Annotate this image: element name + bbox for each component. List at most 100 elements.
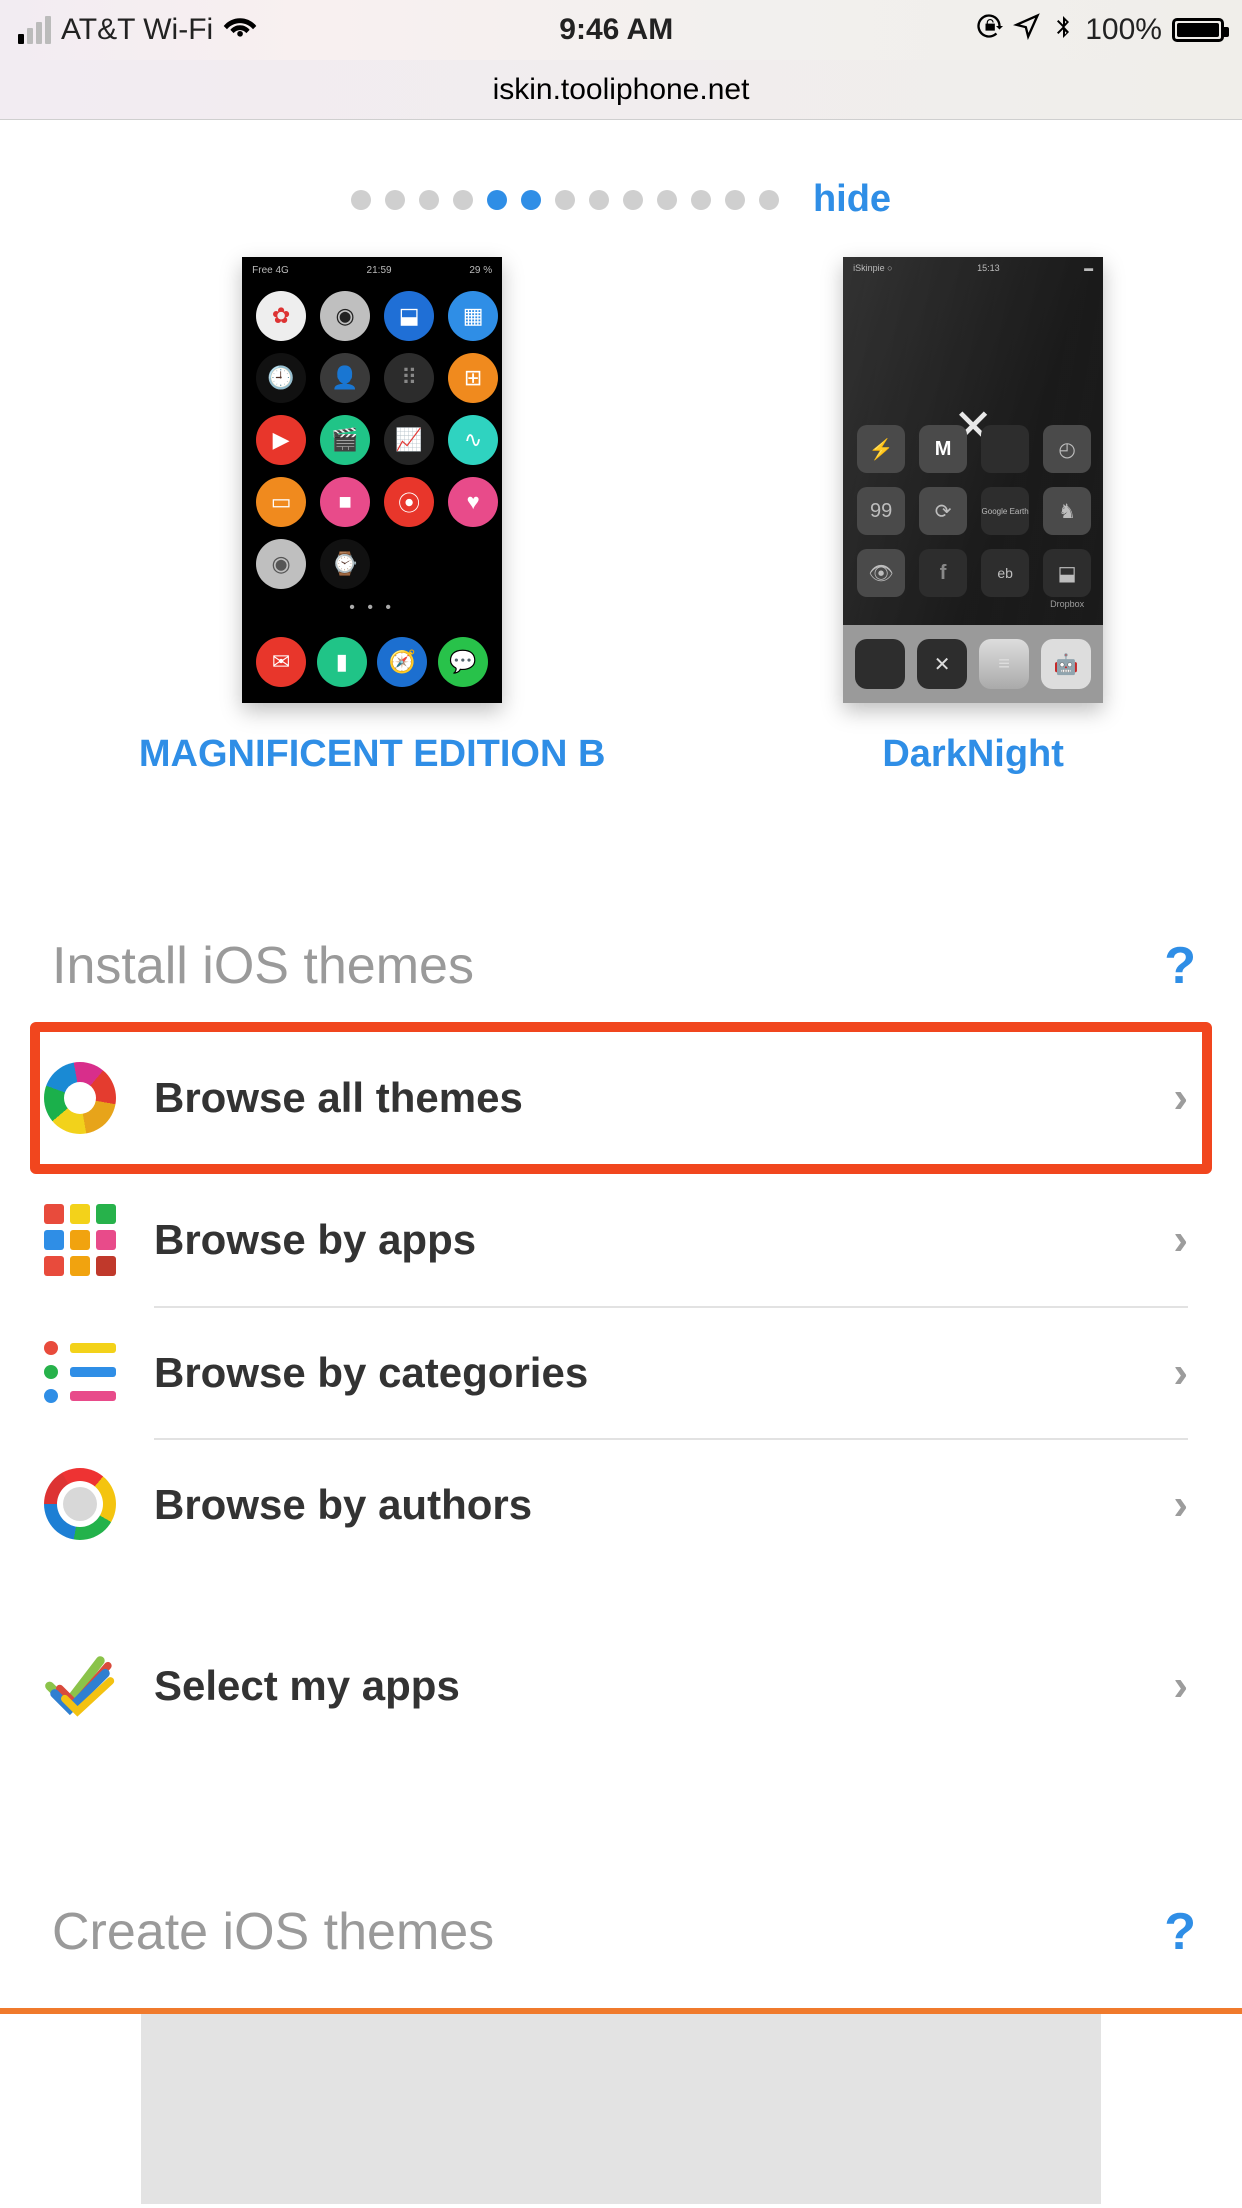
section-title: Create iOS themes (52, 1902, 494, 1962)
messages-icon: 💬 (438, 637, 488, 687)
ebay-icon: eb (981, 549, 1029, 597)
messenger-icon: ⚡ (857, 425, 905, 473)
menu-item-label: Browse by categories (154, 1349, 588, 1397)
carousel-dot[interactable] (725, 190, 745, 210)
preview-status-time: 21:59 (367, 265, 392, 276)
clock-icon: 🕘 (256, 353, 306, 403)
chevron-right-icon: › (1173, 1215, 1188, 1265)
safari-url-bar[interactable]: iskin.tooliphone.net (0, 60, 1242, 120)
menu-item-browse-categories[interactable]: Browse by categories › (40, 1306, 1202, 1438)
reload-icon: ⟳ (919, 487, 967, 535)
google-earth-icon: Google Earth (981, 487, 1029, 535)
cell-signal-icon (18, 16, 51, 44)
menu-item-label: Browse all themes (154, 1074, 523, 1122)
facebook-icon: f (919, 549, 967, 597)
calendar-icon: ▦ (448, 291, 498, 341)
contacts-icon: 👤 (320, 353, 370, 403)
stocks-icon: 📈 (384, 415, 434, 465)
chevron-right-icon: › (1173, 1073, 1188, 1123)
menu-item-select-apps[interactable]: Select my apps › (40, 1620, 1202, 1752)
carousel-dot[interactable] (419, 190, 439, 210)
theme-card[interactable]: iSkinpie ○ 15:13 ▬ ✕ ⚡ M ◴ 99 ⟳ Google E… (843, 257, 1103, 776)
safari-icon: 🧭 (377, 637, 427, 687)
help-button[interactable]: ? (1164, 936, 1196, 996)
photos-icon: ✿ (256, 291, 306, 341)
help-button[interactable]: ? (1164, 1902, 1196, 1962)
menu-item-label: Browse by apps (154, 1216, 476, 1264)
ios-status-bar: AT&T Wi-Fi 9:46 AM 100% (0, 0, 1242, 60)
dock-app-icon: ≡ (979, 639, 1029, 689)
carousel-pagination: hide (0, 120, 1242, 257)
preview-page-dots: • • • (242, 599, 502, 617)
menu-item-label: Select my apps (154, 1662, 460, 1710)
chevron-right-icon: › (1173, 1480, 1188, 1530)
dock-app-icon (855, 639, 905, 689)
carrier-label: AT&T Wi-Fi (61, 13, 213, 47)
camera-icon: ◉ (320, 291, 370, 341)
blank-icon (981, 425, 1029, 473)
menu-item-label: Browse by authors (154, 1481, 532, 1529)
battery-percent: 100% (1085, 13, 1162, 47)
carousel-dot[interactable] (657, 190, 677, 210)
carousel-dot[interactable] (759, 190, 779, 210)
menu-item-browse-authors[interactable]: Browse by authors › (40, 1438, 1202, 1570)
orientation-lock-icon (975, 12, 1003, 48)
location-icon (1013, 12, 1041, 48)
carousel-dot[interactable] (453, 190, 473, 210)
maps-icon: ⦿ (384, 477, 434, 527)
carousel-dot[interactable] (623, 190, 643, 210)
carousel-dot[interactable] (589, 190, 609, 210)
dropbox-icon: ⬓ (384, 291, 434, 341)
timer-icon: ◴ (1043, 425, 1091, 473)
theme-previews-row: Free 4G 21:59 29 % ✿ ◉ ⬓ ▦ 🕘 👤 ⠿ ⊞ ▶ 🎬 📈 (0, 257, 1242, 816)
carousel-dot[interactable] (351, 190, 371, 210)
mail-icon: ✉ (256, 637, 306, 687)
carousel-dot[interactable] (487, 190, 507, 210)
movies-icon: 🎬 (320, 415, 370, 465)
section-header-create: Create iOS themes ? (0, 1752, 1242, 1988)
carousel-dot[interactable] (385, 190, 405, 210)
section-header-install: Install iOS themes ? (0, 816, 1242, 1022)
swirl-icon (40, 1058, 120, 1138)
theme-title: MAGNIFICENT EDITION B (139, 733, 606, 776)
annotation-highlight: Browse all themes › (30, 1022, 1212, 1174)
list-icon (40, 1332, 120, 1412)
menu-item-browse-apps[interactable]: Browse by apps › (40, 1174, 1202, 1306)
knight-icon: ♞ (1043, 487, 1091, 535)
preview-status-battery: ▬ (1084, 263, 1093, 273)
phone-icon: ▮ (317, 637, 367, 687)
dropbox-dk-icon: ⬓ (1043, 549, 1091, 597)
dock-app-icon: 🤖 (1041, 639, 1091, 689)
watch-icon: ⌚ (320, 539, 370, 589)
bluetooth-icon (1051, 11, 1075, 49)
video-icon: ▭ (256, 477, 306, 527)
theme-preview-magnificent: Free 4G 21:59 29 % ✿ ◉ ⬓ ▦ 🕘 👤 ⠿ ⊞ ▶ 🎬 📈 (242, 257, 502, 703)
preview-status-right: 29 % (469, 265, 492, 276)
dock-app-icon: ✕ (917, 639, 967, 689)
status-left: AT&T Wi-Fi (18, 9, 257, 51)
page-url: iskin.tooliphone.net (493, 73, 750, 107)
checks-icon (40, 1646, 120, 1726)
youtube-icon: ▶ (256, 415, 306, 465)
mail-m-icon: M (919, 425, 967, 473)
chevron-right-icon: › (1173, 1661, 1188, 1711)
facetime-icon: ■ (320, 477, 370, 527)
carousel-dot[interactable] (691, 190, 711, 210)
ad-placeholder[interactable] (141, 2014, 1101, 2204)
theme-preview-darknight: iSkinpie ○ 15:13 ▬ ✕ ⚡ M ◴ 99 ⟳ Google E… (843, 257, 1103, 703)
calculator-icon: ⊞ (448, 353, 498, 403)
menu-item-browse-all[interactable]: Browse all themes › (40, 1032, 1202, 1164)
preview-status-left: iSkinpie ○ (853, 263, 892, 273)
music-icon: ∿ (448, 415, 498, 465)
battery-icon (1172, 18, 1224, 42)
carousel-dot[interactable] (555, 190, 575, 210)
preview-status-time: 15:13 (977, 263, 1000, 273)
phone-app-icon: ⠿ (384, 353, 434, 403)
section-title: Install iOS themes (52, 936, 474, 996)
preview-status-left: Free 4G (252, 265, 289, 276)
settings-icon: ◉ (256, 539, 306, 589)
carousel-dot[interactable] (521, 190, 541, 210)
wifi-icon (223, 9, 257, 51)
theme-card[interactable]: Free 4G 21:59 29 % ✿ ◉ ⬓ ▦ 🕘 👤 ⠿ ⊞ ▶ 🎬 📈 (139, 257, 606, 776)
hide-carousel-link[interactable]: hide (813, 178, 891, 221)
